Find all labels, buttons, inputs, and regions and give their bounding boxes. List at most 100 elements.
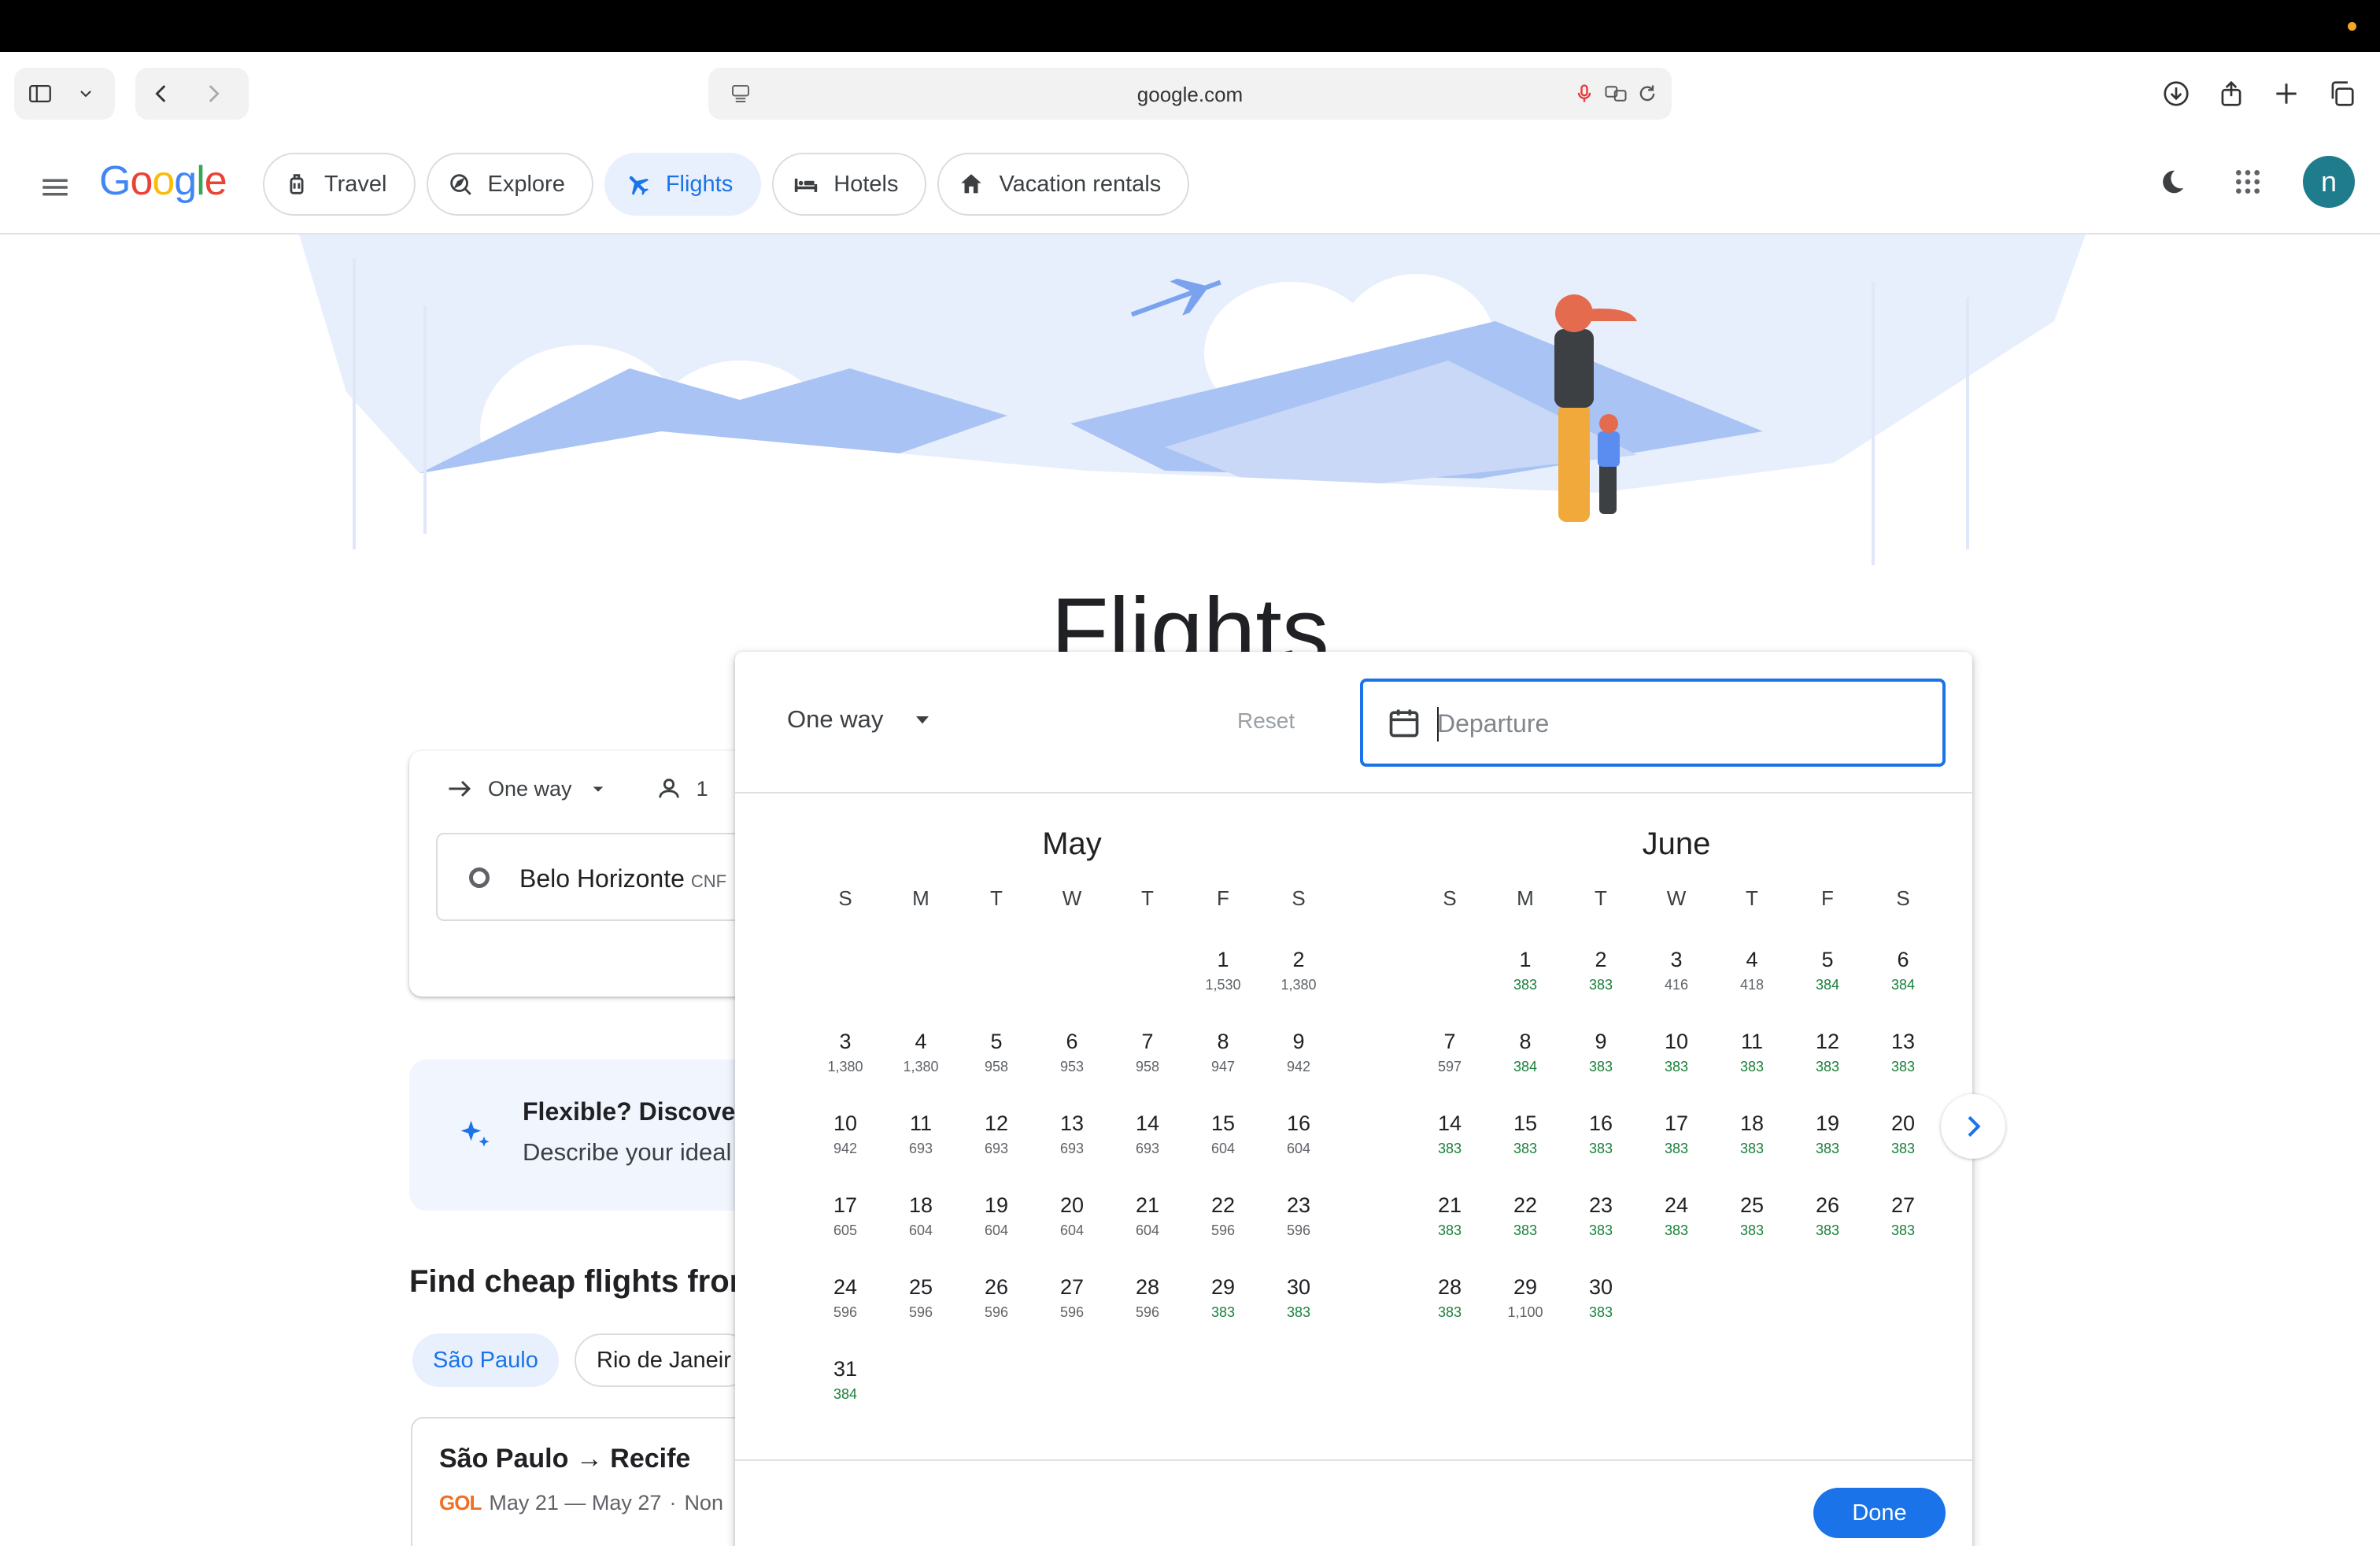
calendar-day[interactable]: 24 596 xyxy=(808,1272,883,1354)
calendar-day[interactable]: 28 596 xyxy=(1110,1272,1185,1354)
calendar-day[interactable]: 7 597 xyxy=(1412,1026,1488,1108)
nav-chip-explore[interactable]: Explore xyxy=(426,153,593,216)
calendar-day[interactable]: 19 604 xyxy=(959,1190,1034,1272)
back-icon[interactable] xyxy=(135,68,187,120)
translate-icon[interactable] xyxy=(1602,80,1629,107)
calendar-day[interactable]: 8 384 xyxy=(1488,1026,1563,1108)
city-chip-rio[interactable]: Rio de Janeir xyxy=(575,1333,753,1387)
calendar-day[interactable]: 30 383 xyxy=(1261,1272,1336,1354)
day-number: 22 xyxy=(1210,1193,1236,1217)
day-number: 21 xyxy=(1437,1193,1462,1217)
calendar-day[interactable]: 26 383 xyxy=(1790,1190,1865,1272)
dark-mode-icon[interactable] xyxy=(2152,161,2193,202)
calendar-day[interactable]: 8 947 xyxy=(1185,1026,1261,1108)
calendar-day[interactable]: 12 693 xyxy=(959,1108,1034,1190)
calendar-day[interactable]: 27 383 xyxy=(1865,1190,1941,1272)
share-icon[interactable] xyxy=(2205,68,2257,120)
calendar-day[interactable]: 5 384 xyxy=(1790,945,1865,1026)
calendar-day[interactable]: 3 1,380 xyxy=(808,1026,883,1108)
calendar-day[interactable]: 23 383 xyxy=(1563,1190,1639,1272)
calendar-day[interactable]: 16 604 xyxy=(1261,1108,1336,1190)
reset-button[interactable]: Reset xyxy=(1237,708,1295,734)
calendar-day[interactable]: 12 383 xyxy=(1790,1026,1865,1108)
app-header: Google Travel Explore Flights Hotels Vac… xyxy=(0,135,2380,235)
trip-type-select[interactable]: One way xyxy=(488,777,572,801)
calendar-day[interactable]: 21 383 xyxy=(1412,1190,1488,1272)
calendar-day[interactable]: 17 383 xyxy=(1639,1108,1714,1190)
calendar-day[interactable]: 7 958 xyxy=(1110,1026,1185,1108)
calendar-day[interactable]: 3 416 xyxy=(1639,945,1714,1026)
main-menu-icon[interactable] xyxy=(35,167,76,208)
done-button[interactable]: Done xyxy=(1813,1488,1946,1538)
nav-chip-travel[interactable]: Travel xyxy=(263,153,416,216)
day-number: 30 xyxy=(1588,1275,1613,1299)
calendar-day[interactable]: 20 604 xyxy=(1034,1190,1110,1272)
calendar-day[interactable]: 11 383 xyxy=(1714,1026,1790,1108)
calendar-day[interactable]: 20 383 xyxy=(1865,1108,1941,1190)
browser-toolbar: google.com xyxy=(0,52,2380,135)
dp-trip-type-select[interactable]: One way xyxy=(787,705,935,734)
calendar-day[interactable]: 26 596 xyxy=(959,1272,1034,1354)
departure-field[interactable] xyxy=(1360,679,1946,767)
next-month-button[interactable] xyxy=(1941,1094,2005,1159)
day-number: 9 xyxy=(1595,1030,1607,1053)
forward-icon[interactable] xyxy=(187,68,239,120)
calendar-day[interactable]: 2 383 xyxy=(1563,945,1639,1026)
calendar-day[interactable]: 19 383 xyxy=(1790,1108,1865,1190)
calendar-day[interactable]: 22 383 xyxy=(1488,1190,1563,1272)
calendar-day[interactable]: 11 693 xyxy=(883,1108,959,1190)
calendar-day[interactable]: 25 596 xyxy=(883,1272,959,1354)
nav-chip-hotels[interactable]: Hotels xyxy=(772,153,927,216)
new-tab-icon[interactable] xyxy=(2260,68,2312,120)
day-number: 17 xyxy=(833,1193,858,1217)
calendar-day[interactable]: 13 693 xyxy=(1034,1108,1110,1190)
reload-icon[interactable] xyxy=(1634,80,1661,107)
calendar-day[interactable]: 24 383 xyxy=(1639,1190,1714,1272)
calendar-day[interactable]: 23 596 xyxy=(1261,1190,1336,1272)
calendar-day[interactable]: 4 1,380 xyxy=(883,1026,959,1108)
calendar-day[interactable]: 30 383 xyxy=(1563,1272,1639,1354)
calendar-day[interactable]: 14 383 xyxy=(1412,1108,1488,1190)
calendar-day[interactable]: 4 418 xyxy=(1714,945,1790,1026)
calendar-day[interactable]: 2 1,380 xyxy=(1261,945,1336,1026)
account-avatar[interactable]: n xyxy=(2303,156,2355,208)
calendar-day[interactable]: 18 604 xyxy=(883,1190,959,1272)
calendar-day[interactable]: 29 1,100 xyxy=(1488,1272,1563,1354)
calendar-day[interactable]: 25 383 xyxy=(1714,1190,1790,1272)
calendar-day[interactable]: 31 384 xyxy=(808,1354,883,1436)
calendar-day[interactable]: 22 596 xyxy=(1185,1190,1261,1272)
passenger-count[interactable]: 1 xyxy=(697,777,708,801)
calendar-day[interactable]: 27 596 xyxy=(1034,1272,1110,1354)
calendar-day[interactable]: 15 383 xyxy=(1488,1108,1563,1190)
calendar-day[interactable]: 9 942 xyxy=(1261,1026,1336,1108)
calendar-day[interactable]: 16 383 xyxy=(1563,1108,1639,1190)
calendar-day[interactable]: 14 693 xyxy=(1110,1108,1185,1190)
calendar-day[interactable]: 18 383 xyxy=(1714,1108,1790,1190)
calendar-day[interactable]: 29 383 xyxy=(1185,1272,1261,1354)
chevron-down-icon[interactable] xyxy=(66,68,105,120)
nav-chip-flights[interactable]: Flights xyxy=(604,153,762,216)
nav-chip-vacation-rentals[interactable]: Vacation rentals xyxy=(937,153,1190,216)
calendar-day[interactable]: 17 605 xyxy=(808,1190,883,1272)
calendar-day[interactable]: 13 383 xyxy=(1865,1026,1941,1108)
calendar-day[interactable]: 6 953 xyxy=(1034,1026,1110,1108)
calendar-day[interactable]: 10 383 xyxy=(1639,1026,1714,1108)
calendar-day[interactable]: 21 604 xyxy=(1110,1190,1185,1272)
calendar-day[interactable]: 1 1,530 xyxy=(1185,945,1261,1026)
google-logo[interactable]: Google xyxy=(99,157,227,205)
microphone-icon[interactable] xyxy=(1571,80,1598,107)
apps-grid-icon[interactable] xyxy=(2227,161,2268,202)
download-icon[interactable] xyxy=(2150,68,2202,120)
tab-overview-icon[interactable] xyxy=(2315,68,2367,120)
city-chip-sao-paulo[interactable]: São Paulo xyxy=(412,1333,559,1387)
calendar-day[interactable]: 10 942 xyxy=(808,1108,883,1190)
address-bar[interactable]: google.com xyxy=(708,68,1672,120)
sidebar-toggle-icon[interactable] xyxy=(14,68,66,120)
calendar-day[interactable]: 15 604 xyxy=(1185,1108,1261,1190)
calendar-day[interactable]: 9 383 xyxy=(1563,1026,1639,1108)
calendar-day[interactable]: 1 383 xyxy=(1488,945,1563,1026)
departure-input[interactable] xyxy=(1437,701,1909,746)
calendar-day[interactable]: 6 384 xyxy=(1865,945,1941,1026)
calendar-day[interactable]: 28 383 xyxy=(1412,1272,1488,1354)
calendar-day[interactable]: 5 958 xyxy=(959,1026,1034,1108)
